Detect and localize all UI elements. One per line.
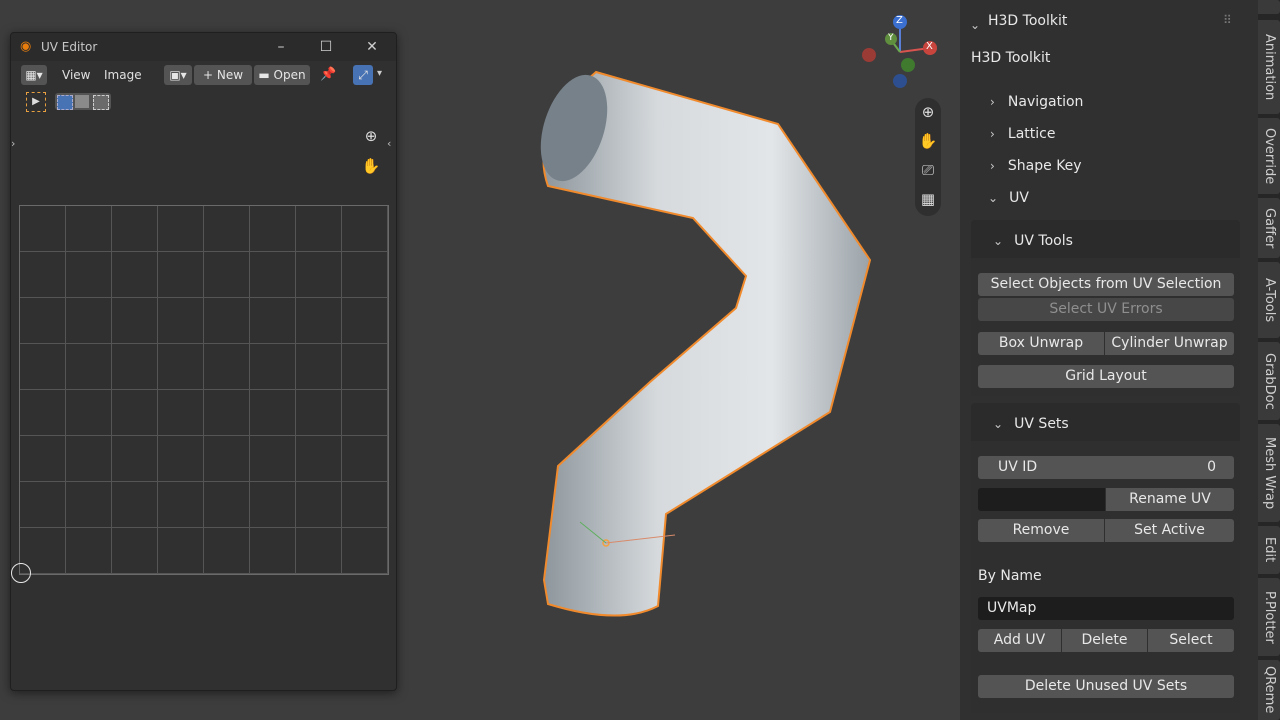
delete-uv-button[interactable]: Delete — [1062, 629, 1147, 652]
maximize-icon[interactable]: ☐ — [315, 37, 337, 57]
drag-handle-icon[interactable]: ⠿ — [1223, 13, 1232, 27]
uv-grid-canvas[interactable] — [19, 205, 389, 575]
grid-perspective-icon[interactable]: ▦ — [916, 187, 940, 211]
cylinder-unwrap-button[interactable]: Cylinder Unwrap — [1105, 332, 1234, 355]
section-lattice[interactable]: › Lattice — [990, 123, 1055, 142]
tab-grabdoc[interactable]: GrabDoc — [1258, 342, 1280, 420]
tab-qreme[interactable]: QReme — [1258, 660, 1280, 720]
toolkit-header[interactable]: H3D Toolkit — [988, 13, 1067, 29]
section-label: Navigation — [1007, 94, 1084, 110]
chevron-down-icon: ⌄ — [988, 191, 999, 205]
menu-view[interactable]: View — [62, 68, 90, 82]
tab-mesh-wrap[interactable]: Mesh Wrap — [1258, 424, 1280, 522]
uv-tools-title: UV Tools — [1014, 233, 1073, 249]
axis-gizmo[interactable]: Z X Y — [858, 12, 943, 92]
set-active-button[interactable]: Set Active — [1105, 519, 1234, 542]
chevron-right-icon: › — [990, 159, 995, 173]
gizmo-y-label: Y — [888, 33, 894, 43]
uv-name-input[interactable]: UVMap — [978, 597, 1234, 620]
uv-sets-title: UV Sets — [1014, 416, 1069, 432]
uv-tools-panel: ⌄ UV Tools Select Objects from UV Select… — [971, 220, 1240, 396]
editor-type-icon[interactable]: ▦▾ — [21, 65, 47, 85]
uv-pan-icon[interactable]: ✋ — [359, 154, 383, 178]
grid-layout-button[interactable]: Grid Layout — [978, 365, 1234, 388]
chevron-right-icon: › — [990, 95, 995, 109]
new-label: New — [216, 68, 244, 82]
open-label: Open — [273, 68, 306, 82]
chevron-down-icon: ⌄ — [993, 417, 1004, 431]
viewport-nav-bar: ⊕ ✋ ⎚ ▦ — [915, 98, 941, 216]
uv-id-field[interactable]: UV ID 0 — [978, 456, 1234, 479]
tab-override[interactable]: Override — [1258, 118, 1280, 194]
delete-unused-uv-sets-button[interactable]: Delete Unused UV Sets — [978, 675, 1234, 698]
section-uv[interactable]: ⌄ UV — [988, 187, 1029, 206]
open-image-button[interactable]: ▬ Open — [254, 65, 310, 85]
hand-pan-icon[interactable]: ✋ — [916, 129, 940, 153]
uv-id-value: 0 — [1207, 459, 1216, 475]
folder-icon: ▬ — [258, 68, 274, 82]
gizmo-x-label: X — [926, 41, 933, 52]
select-tool-icon[interactable]: ▶ — [26, 92, 46, 112]
image-browse-icon[interactable]: ▣▾ — [164, 65, 192, 85]
new-image-button[interactable]: + New — [194, 65, 252, 85]
zoom-icon[interactable]: ⊕ — [916, 100, 940, 124]
uv-sets-panel: ⌄ UV Sets UV ID 0 Rename UV Remove Set A… — [971, 403, 1240, 713]
uv-editor-header: ▦▾ View Image ▣▾ + New ▬ Open 📌 ⤢ ▾ — [11, 63, 396, 87]
sidebar-expand-icon[interactable]: ‹ — [387, 137, 391, 150]
section-label: UV — [1009, 190, 1029, 206]
uv-editor-title: UV Editor — [41, 40, 98, 54]
tab-p-plotter[interactable]: P.Plotter — [1258, 578, 1280, 656]
panel-header-chevron-icon[interactable]: ⌄ — [970, 14, 980, 33]
chevron-right-icon: › — [990, 127, 995, 141]
remove-button[interactable]: Remove — [978, 519, 1104, 542]
uv-id-label: UV ID — [998, 459, 1038, 475]
section-label: Lattice — [1007, 126, 1056, 142]
tab-animation[interactable]: Animation — [1258, 20, 1280, 114]
toolkit-title: H3D Toolkit — [971, 50, 1051, 66]
select-subtract-icon[interactable] — [93, 95, 109, 110]
close-icon[interactable]: ✕ — [361, 37, 383, 57]
select-objects-from-uv-selection-button[interactable]: Select Objects from UV Selection — [978, 273, 1234, 296]
minimize-icon[interactable]: – — [270, 37, 292, 57]
tab-partial-top[interactable] — [1258, 0, 1280, 14]
uv-editor-window: ◉ UV Editor – ☐ ✕ ▦▾ View Image ▣▾ + New… — [10, 32, 397, 691]
add-uv-button[interactable]: Add UV — [978, 629, 1061, 652]
uv-editor-titlebar[interactable]: ◉ UV Editor – ☐ ✕ — [11, 33, 396, 61]
select-extend-icon[interactable] — [75, 95, 89, 108]
chevron-down-icon: ⌄ — [993, 234, 1004, 248]
gizmo-z-label: Z — [896, 15, 903, 26]
camera-icon[interactable]: ⎚ — [916, 158, 940, 182]
2d-cursor-icon[interactable] — [11, 563, 31, 583]
uv-sets-header[interactable]: ⌄ UV Sets — [993, 413, 1069, 432]
section-navigation[interactable]: › Navigation — [990, 91, 1083, 110]
section-shape-key[interactable]: › Shape Key — [990, 155, 1082, 174]
rename-uv-input[interactable] — [978, 488, 1105, 511]
selection-mode-group — [55, 93, 111, 110]
box-unwrap-button[interactable]: Box Unwrap — [978, 332, 1104, 355]
chevron-down-icon[interactable]: ▾ — [377, 68, 382, 79]
select-new-icon[interactable] — [57, 95, 73, 110]
select-uv-button[interactable]: Select — [1148, 629, 1234, 652]
tab-edit[interactable]: Edit — [1258, 526, 1280, 574]
plus-icon: + — [202, 68, 217, 82]
tab-gaffer[interactable]: Gaffer — [1258, 198, 1280, 258]
rename-uv-button[interactable]: Rename UV — [1106, 488, 1234, 511]
menu-image[interactable]: Image — [104, 68, 142, 82]
uv-tools-header[interactable]: ⌄ UV Tools — [993, 230, 1073, 249]
by-name-label: By Name — [978, 568, 1042, 584]
select-uv-errors-button[interactable]: Select UV Errors — [978, 298, 1234, 321]
toolbar-expand-icon[interactable]: › — [11, 137, 15, 150]
uv-zoom-icon[interactable]: ⊕ — [359, 124, 383, 148]
blender-logo-icon: ◉ — [20, 39, 32, 54]
pin-icon[interactable]: 📌 — [320, 67, 336, 82]
uv-sync-selection-icon[interactable]: ⤢ — [353, 65, 373, 85]
section-label: Shape Key — [1007, 158, 1082, 174]
tab-a-tools[interactable]: A-Tools — [1258, 262, 1280, 338]
